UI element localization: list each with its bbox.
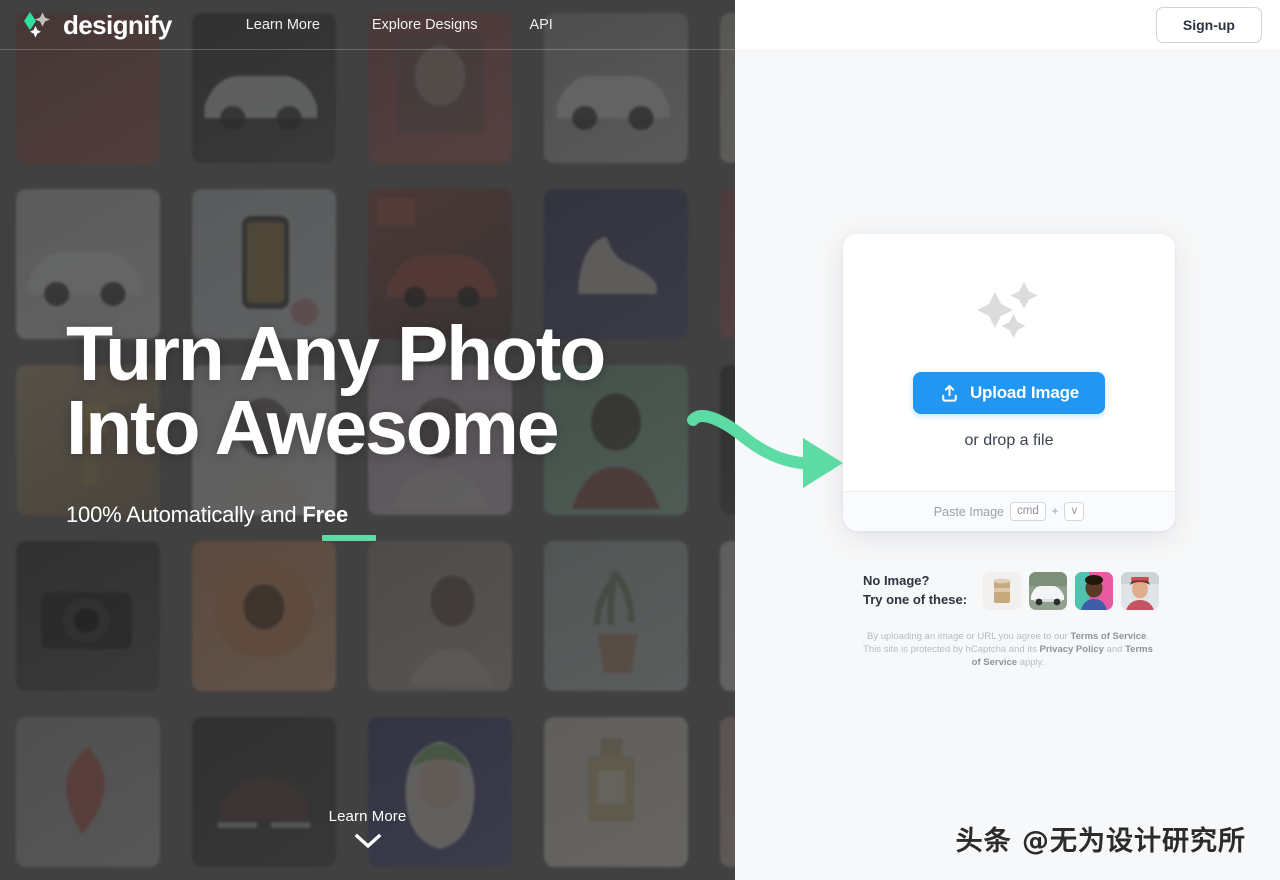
- nav-link-api[interactable]: API: [503, 11, 578, 39]
- sparkles-icon: [977, 282, 1038, 338]
- nav-link-explore-designs[interactable]: Explore Designs: [346, 11, 504, 39]
- mosaic-tile: [352, 528, 528, 704]
- sample-thumb-car[interactable]: [1029, 572, 1068, 610]
- hero-section: designify Learn More Explore Designs API…: [0, 0, 735, 880]
- hero-underline-accent: [322, 534, 376, 541]
- sample-thumb-woman[interactable]: [1121, 572, 1160, 610]
- privacy-policy-link[interactable]: Privacy Policy: [1039, 644, 1103, 655]
- fineprint-line1-a: By uploading an image or URL you agree t…: [866, 631, 1071, 642]
- key-cmd: cmd: [1009, 501, 1046, 522]
- upload-card-body: Upload Image or drop a file: [843, 234, 1175, 491]
- sample-images-row: No Image? Try one of these:: [863, 572, 1160, 610]
- signup-button[interactable]: Sign-up: [1155, 6, 1262, 43]
- upload-image-label: Upload Image: [969, 383, 1080, 402]
- watermark: 头条 @无为设计研究所: [955, 826, 1246, 857]
- hero-subtitle-prefix: 100% Automatically and: [66, 501, 303, 527]
- upload-panel: Sign-up Upload Image or drop a file Past…: [735, 0, 1280, 880]
- sample-images-heading: No Image? Try one of these:: [863, 573, 968, 607]
- chevron-down-icon: [354, 833, 381, 849]
- sample-thumbnails: [983, 572, 1160, 610]
- sample-thumb-man[interactable]: [1075, 572, 1114, 610]
- hero-copy: Turn Any Photo Into Awesome 100% Automat…: [66, 311, 606, 541]
- mosaic-tile: [352, 704, 528, 880]
- mosaic-tile: [528, 528, 704, 704]
- brand-logo[interactable]: designify: [20, 9, 172, 41]
- sparkle-diamond-icon: [24, 12, 50, 38]
- mosaic-tile: [528, 704, 704, 880]
- terms-of-service-link-1[interactable]: Terms of Service: [1070, 631, 1146, 642]
- designify-landing-page: designify Learn More Explore Designs API…: [0, 0, 1280, 880]
- mosaic-tile: [176, 528, 352, 704]
- hero-subtitle-strong: Free: [302, 501, 348, 527]
- nav-link-learn-more[interactable]: Learn More: [220, 11, 346, 39]
- upload-image-button[interactable]: Upload Image: [912, 372, 1106, 414]
- learn-more-label: Learn More: [328, 808, 407, 825]
- key-v: v: [1064, 501, 1085, 522]
- fineprint-line2-e: apply.: [1017, 656, 1045, 668]
- mosaic-tile: [704, 704, 735, 880]
- legal-fineprint: By uploading an image or URL you agree t…: [863, 631, 1153, 669]
- panel-header: Sign-up: [735, 0, 1280, 49]
- nav-links: Learn More Explore Designs API: [220, 11, 579, 39]
- mosaic-tile: [0, 704, 176, 880]
- drop-file-label: or drop a file: [964, 432, 1054, 449]
- mosaic-tile: [704, 352, 735, 528]
- top-navigation: designify Learn More Explore Designs API: [0, 0, 735, 50]
- key-plus: +: [1051, 505, 1059, 518]
- mosaic-tile: [704, 528, 735, 704]
- brand-name: designify: [63, 9, 172, 40]
- fineprint-line2-c: and: [1103, 643, 1126, 655]
- paste-image-strip: Paste Image cmd + v: [843, 491, 1175, 531]
- sample-thumb-packaging[interactable]: [983, 572, 1022, 610]
- page-title: Turn Any Photo Into Awesome: [66, 311, 606, 471]
- upload-card[interactable]: Upload Image or drop a file Paste Image …: [843, 234, 1175, 531]
- mosaic-tile: [0, 528, 176, 704]
- paste-image-label: Paste Image: [933, 504, 1004, 519]
- fineprint-line2-a: protected by hCaptcha and its: [910, 643, 1040, 655]
- hero-subtitle: 100% Automatically and Free: [66, 501, 376, 541]
- mosaic-tile: [704, 176, 735, 352]
- learn-more-scroll-hint[interactable]: Learn More: [0, 808, 735, 849]
- nav-divider: [0, 49, 735, 50]
- upload-arrow-icon: [942, 384, 957, 402]
- mosaic-tile: [176, 704, 352, 880]
